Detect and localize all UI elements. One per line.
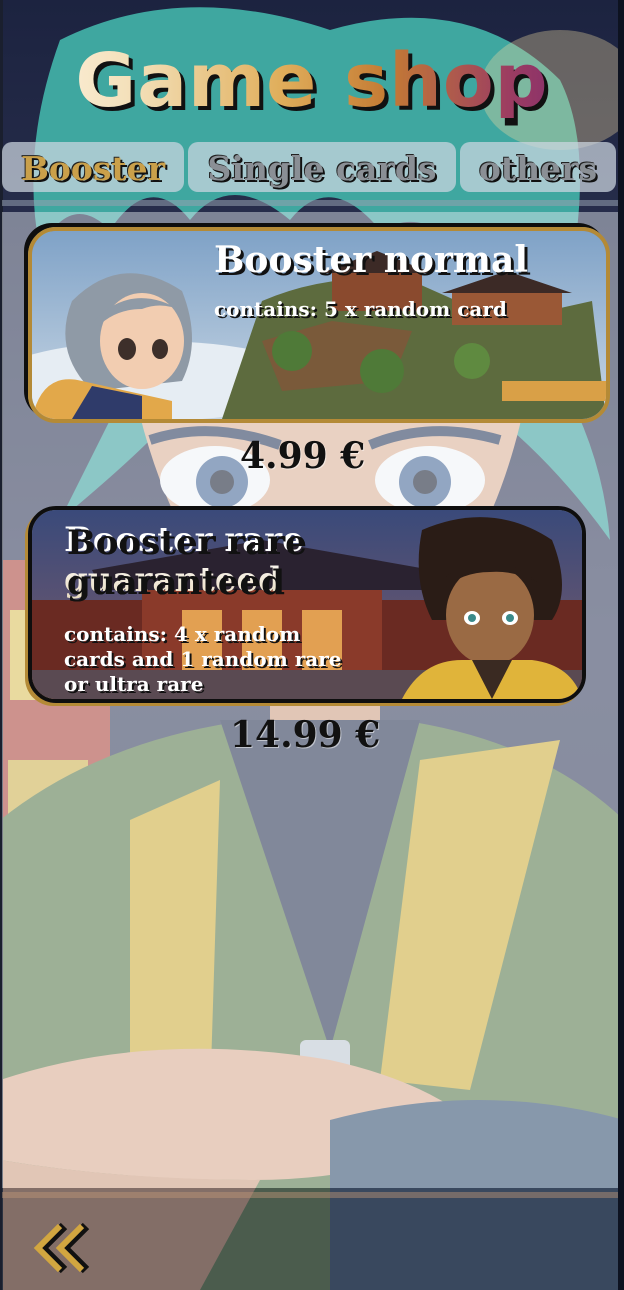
tabs-divider <box>2 200 618 206</box>
double-chevron-left-icon <box>33 1222 90 1274</box>
page-title: Game shop <box>0 44 624 118</box>
product-card-booster-rare[interactable]: Booster rare guaranteed Booster rare gua… <box>28 506 586 703</box>
product-price: 14.99 € <box>230 714 381 756</box>
product-title: Booster rare guaranteed <box>64 520 364 600</box>
product-description: contains: 5 x random card <box>214 297 507 321</box>
footer-divider <box>2 1192 618 1198</box>
product-price: 4.99 € <box>240 435 366 477</box>
tab-others[interactable]: others <box>460 142 616 192</box>
product-description: contains: 4 x random cards and 1 random … <box>64 622 342 696</box>
back-button[interactable] <box>30 1222 92 1274</box>
product-card-booster-normal[interactable]: Booster normal contains: 5 x random card <box>28 227 610 423</box>
tab-booster[interactable]: Booster <box>2 142 184 192</box>
tab-single-cards[interactable]: Single cards <box>188 142 456 192</box>
right-edge <box>618 0 624 1290</box>
footer-bar <box>2 1188 618 1290</box>
category-tabs: Booster Single cards others <box>2 142 618 206</box>
product-title: Booster normal <box>214 239 528 281</box>
